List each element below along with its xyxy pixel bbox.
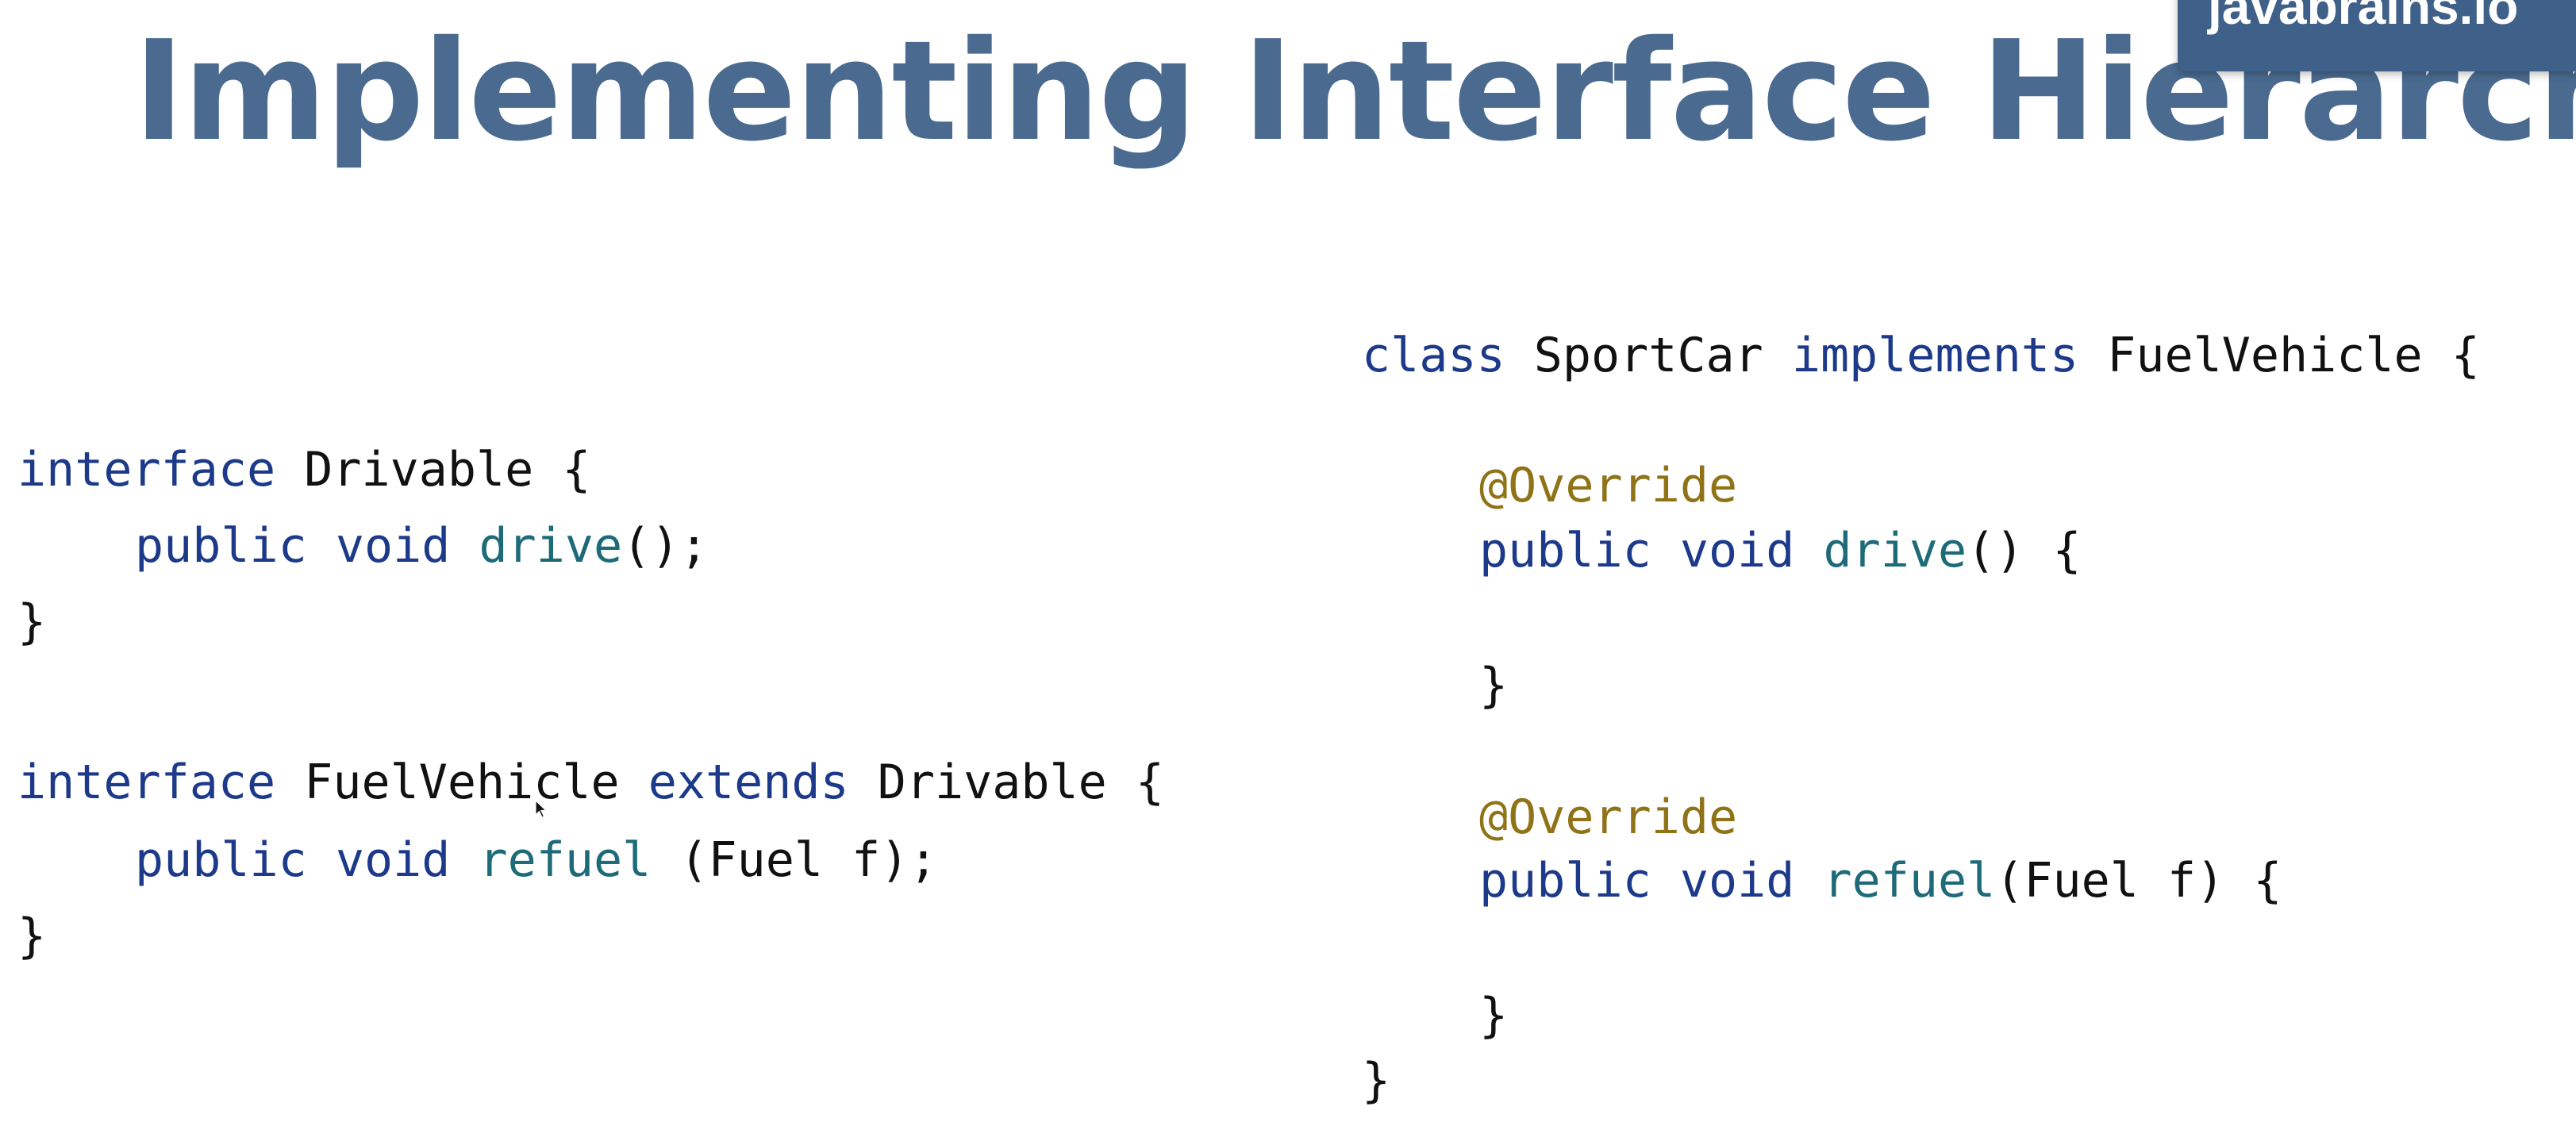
keyword: extends <box>648 755 849 810</box>
code-line: public void drive() { <box>1479 517 2082 584</box>
code-text: Drivable { <box>275 442 591 498</box>
code-line: } <box>1362 1047 1390 1114</box>
brand-label: javabrains.io <box>2208 0 2519 35</box>
code-line: public void refuel(Fuel f) { <box>1479 847 2282 914</box>
keyword: implements <box>1791 328 2079 383</box>
keyword: public void <box>135 518 451 574</box>
code-block-class: class SportCar implements FuelVehicle { … <box>1362 0 2480 1108</box>
keyword: public void <box>135 832 451 888</box>
keyword: public void <box>1479 853 1795 909</box>
code-text: () { <box>1967 523 2082 578</box>
code-text: (); <box>622 518 709 574</box>
code-line: interface Drivable { <box>17 436 590 503</box>
code-text: (Fuel f); <box>651 832 938 888</box>
method-name: drive <box>1823 523 1967 578</box>
code-line: } <box>1479 982 1508 1049</box>
code-line: } <box>17 589 46 655</box>
code-line: public void drive(); <box>135 513 708 579</box>
code-text: } <box>17 909 47 964</box>
code-line: } <box>17 903 46 970</box>
code-text: Drivable { <box>848 755 1164 810</box>
method-name: refuel <box>1823 853 1996 909</box>
keyword: interface <box>17 442 276 498</box>
code-text: FuelVehicle { <box>2078 328 2480 383</box>
code-text: } <box>1479 988 1509 1043</box>
code-line: } <box>1479 652 1508 719</box>
code-line: public void refuel (Fuel f); <box>135 827 937 893</box>
code-text: SportCar <box>1505 328 1792 383</box>
code-text: } <box>17 594 47 650</box>
keyword: class <box>1362 328 1505 383</box>
brand-badge: javabrains.io <box>2178 0 2576 71</box>
code-text: FuelVehicle <box>275 755 648 810</box>
annotation: @Override <box>1479 458 1738 513</box>
keyword: interface <box>17 755 276 810</box>
mouse-pointer-icon <box>535 800 548 818</box>
code-line: interface FuelVehicle extends Drivable { <box>17 749 1164 816</box>
code-line: @Override <box>1479 452 1737 519</box>
annotation: @Override <box>1479 789 1738 845</box>
method-name: drive <box>479 518 623 574</box>
code-text: } <box>1479 658 1509 713</box>
code-line: @Override <box>1479 784 1737 851</box>
code-text: } <box>1362 1053 1391 1108</box>
method-name: refuel <box>479 832 652 888</box>
keyword: public void <box>1479 523 1795 578</box>
code-line: class SportCar implements FuelVehicle { <box>1362 322 2480 389</box>
slide: Implementing Interface Hierarchies javab… <box>0 0 2576 1141</box>
code-block-interfaces: interface Drivable { public void drive()… <box>17 0 1164 964</box>
code-text: (Fuel f) { <box>1995 853 2282 909</box>
